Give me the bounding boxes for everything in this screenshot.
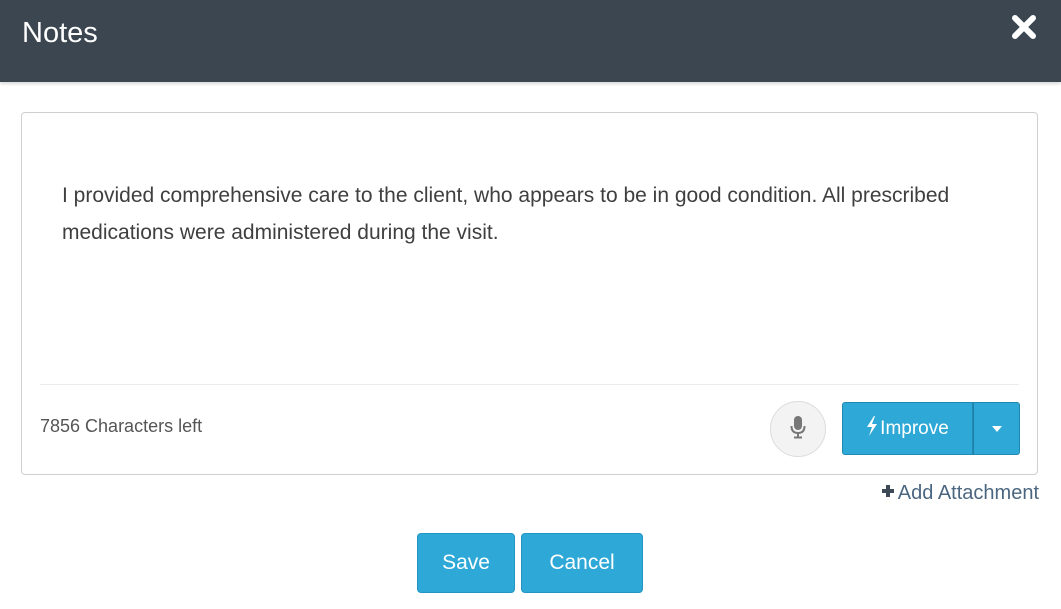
improve-label: Improve xyxy=(880,417,949,439)
add-attachment-label: Add Attachment xyxy=(897,482,1039,504)
close-icon xyxy=(1009,12,1039,42)
close-button[interactable] xyxy=(1009,12,1039,42)
improve-button[interactable]: Improve xyxy=(842,402,973,455)
dialog-footer: Save Cancel xyxy=(417,533,643,593)
caret-down-icon xyxy=(991,420,1003,438)
panel-divider xyxy=(40,384,1019,385)
save-button[interactable]: Save xyxy=(417,533,515,593)
improve-button-group: Improve xyxy=(842,402,1020,455)
add-attachment-link[interactable]: Add Attachment xyxy=(880,482,1039,505)
plus-icon xyxy=(880,482,896,505)
microphone-icon xyxy=(790,415,806,444)
note-panel: I provided comprehensive care to the cli… xyxy=(21,112,1038,475)
dialog-header: Notes xyxy=(0,0,1061,82)
note-textarea[interactable]: I provided comprehensive care to the cli… xyxy=(62,177,1012,251)
improve-dropdown-toggle[interactable] xyxy=(973,402,1020,455)
dialog-title: Notes xyxy=(22,17,98,49)
microphone-button[interactable] xyxy=(770,401,826,457)
characters-left-counter: 7856 Characters left xyxy=(40,416,203,436)
cancel-button[interactable]: Cancel xyxy=(521,533,643,593)
bolt-icon xyxy=(866,415,878,442)
notes-dialog: Notes I provided comprehensive care to t… xyxy=(0,0,1061,609)
